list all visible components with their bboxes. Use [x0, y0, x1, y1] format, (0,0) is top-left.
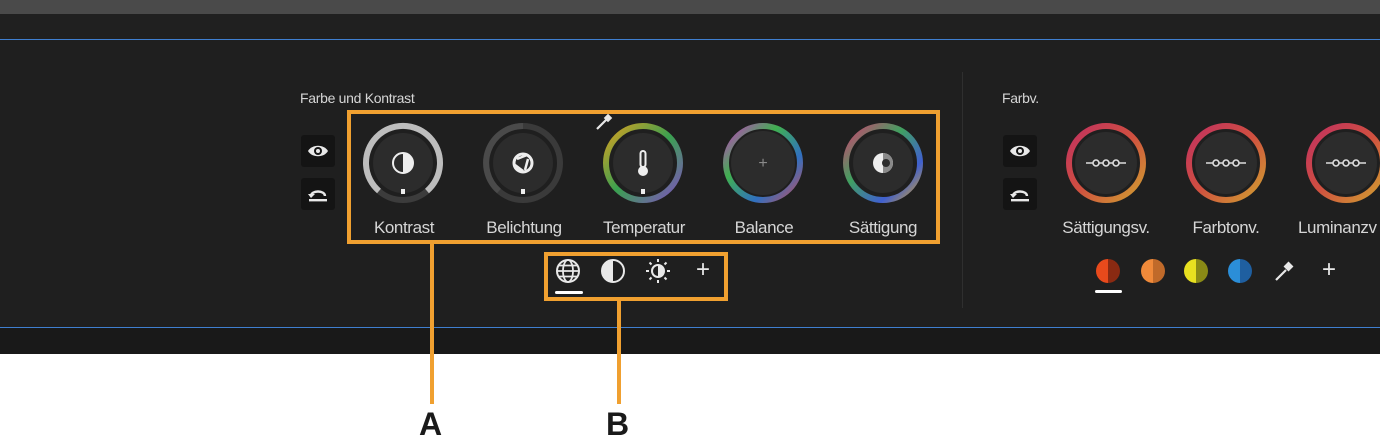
reset-button[interactable] — [301, 178, 335, 210]
visibility-toggle-button-2[interactable] — [1003, 135, 1037, 167]
swatch-active-underline — [1095, 290, 1122, 293]
callout-line-b — [617, 301, 621, 404]
top-bar-dark — [0, 14, 1380, 39]
luminanzv-dial[interactable] — [1304, 121, 1380, 205]
add-mode-button[interactable]: + — [690, 256, 716, 283]
bottom-bar — [0, 328, 1380, 354]
globe-icon[interactable] — [555, 258, 581, 284]
dial-label-luminanzv: Luminanzv — [1298, 218, 1377, 237]
eye-icon — [308, 145, 328, 157]
callout-box-a — [347, 110, 940, 244]
sun-icon[interactable] — [645, 258, 671, 284]
swatch-blue[interactable] — [1228, 259, 1252, 283]
eyedropper-icon[interactable] — [1272, 259, 1296, 283]
callout-label-a: A — [419, 406, 443, 442]
eye-icon — [1010, 145, 1030, 157]
saettigungsv-dial[interactable] — [1064, 121, 1148, 205]
callout-line-a — [430, 244, 434, 404]
dial-label-farbtonv: Farbtonv. — [1192, 218, 1260, 237]
reset-button-2[interactable] — [1003, 178, 1037, 210]
section-divider — [962, 72, 963, 308]
section-title-farbe-kontrast: Farbe und Kontrast — [300, 90, 415, 106]
farbtonv-dial[interactable] — [1184, 121, 1268, 205]
add-color-button[interactable]: + — [1316, 256, 1342, 283]
dial-label-saettigungsv: Sättigungsv. — [1062, 218, 1150, 237]
reset-icon — [308, 190, 327, 202]
section-title-farbv: Farbv. — [1002, 90, 1039, 106]
top-bar — [0, 0, 1380, 14]
callout-label-b: B — [606, 406, 630, 442]
swatch-red[interactable] — [1096, 259, 1120, 283]
swatch-orange[interactable] — [1141, 259, 1165, 283]
mode-active-underline — [555, 291, 583, 294]
half-circle-icon[interactable] — [600, 258, 626, 284]
swatch-yellow[interactable] — [1184, 259, 1208, 283]
reset-icon — [1010, 190, 1029, 202]
visibility-toggle-button[interactable] — [301, 135, 335, 167]
